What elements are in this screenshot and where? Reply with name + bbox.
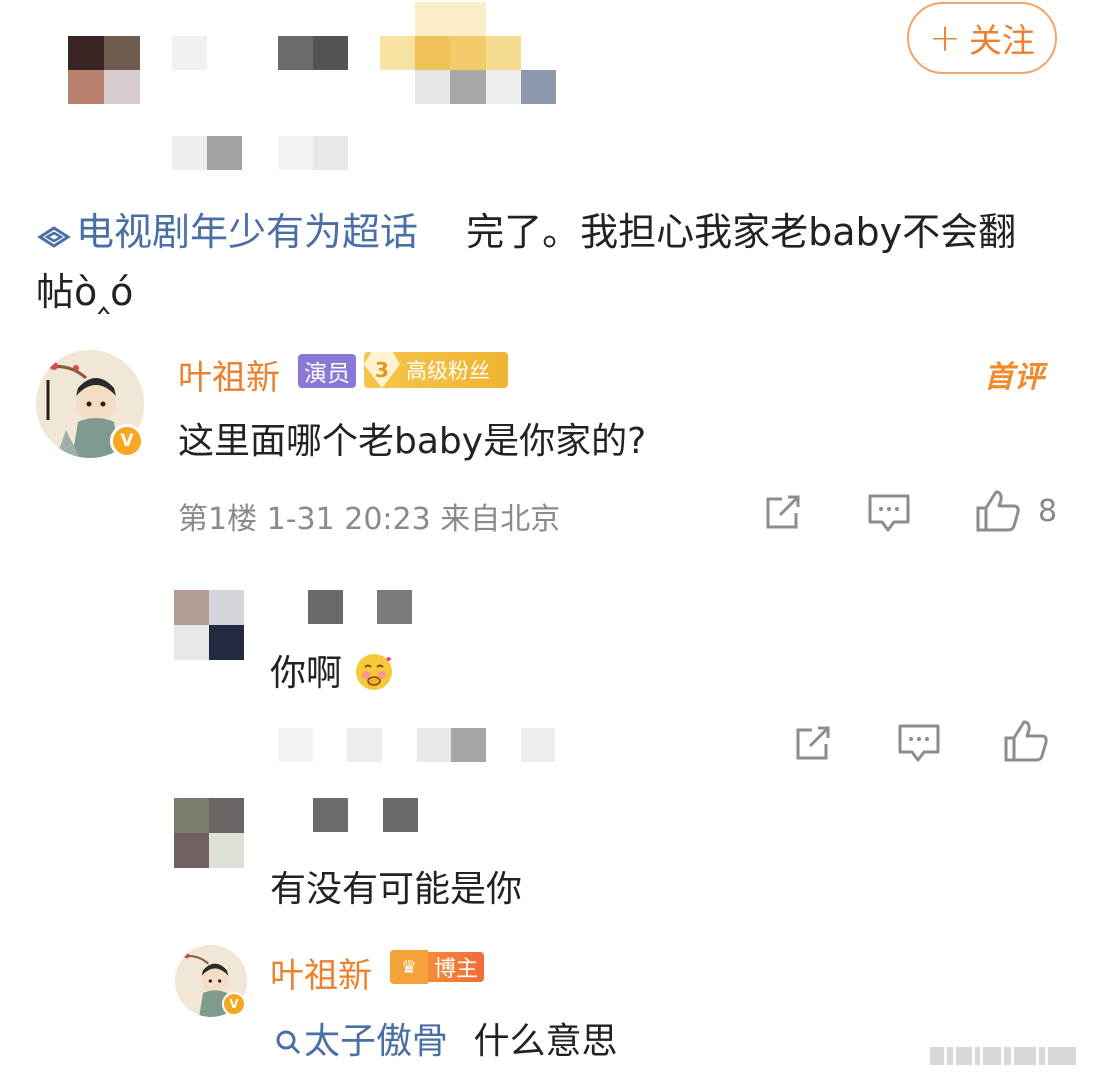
comment-username[interactable]: 叶祖新	[178, 350, 280, 399]
search-topic-label: 太子傲骨	[304, 1021, 449, 1062]
follow-button[interactable]: + 关注	[907, 2, 1057, 74]
crown-icon: ♛	[390, 950, 428, 984]
search-topic-link[interactable]: 太子傲骨	[274, 1021, 448, 1062]
supertopic-link[interactable]: 电视剧年少有为超话	[36, 210, 418, 254]
first-comment-tag: 首评	[984, 360, 1044, 395]
reply-meta-mosaic	[278, 728, 590, 762]
post-body: 电视剧年少有为超话 完了。我担心我家老baby不会翻帖ò‸ó	[36, 202, 1046, 322]
poster-avatar-mosaic	[68, 36, 140, 104]
reply-text: 有没有可能是你	[270, 869, 523, 910]
reply-avatar-mosaic	[174, 590, 244, 660]
comment-icon[interactable]	[896, 722, 942, 764]
poster-time-mosaic	[172, 136, 348, 170]
blogger-badge: ♛ 博主	[390, 950, 486, 984]
watermark	[930, 1043, 1090, 1069]
reply-text-content: 你啊	[270, 653, 343, 694]
like-icon[interactable]	[1002, 718, 1050, 764]
reply-text: 太子傲骨 什么意思	[274, 1012, 617, 1064]
share-icon[interactable]	[792, 724, 834, 764]
reply-name-mosaic	[274, 590, 446, 624]
reply-text-content: 什么意思	[473, 1021, 618, 1062]
blushing-emoji-icon	[356, 654, 393, 690]
reply-text: 你啊	[270, 644, 395, 696]
search-icon	[276, 1030, 301, 1055]
supertopic-icon	[37, 226, 71, 248]
poster-badge-mosaic	[380, 2, 556, 104]
role-badge: 演员	[298, 354, 356, 388]
reply-avatar-mosaic	[174, 798, 244, 868]
reply-name-mosaic	[278, 798, 418, 832]
like-count: 8	[1038, 494, 1058, 529]
comment-meta: 第1楼 1-31 20:23 来自北京	[178, 502, 561, 537]
supertopic-label: 电视剧年少有为超话	[76, 210, 419, 254]
comment-icon[interactable]	[866, 492, 912, 534]
share-icon[interactable]	[762, 493, 804, 533]
blogger-badge-label: 博主	[428, 952, 485, 982]
fan-level-number: 3	[364, 352, 400, 388]
poster-name-mosaic	[172, 36, 348, 70]
plus-icon: +	[929, 16, 961, 60]
verified-badge-icon: V	[110, 424, 144, 458]
fan-level-label: 高级粉丝	[406, 359, 490, 383]
follow-label: 关注	[968, 21, 1035, 60]
fan-level-badge: 3 高级粉丝	[364, 352, 508, 388]
like-icon[interactable]	[974, 488, 1022, 534]
comment-text: 这里面哪个老baby是你家的?	[178, 421, 647, 462]
verified-badge-icon: V	[222, 992, 246, 1016]
reply-username[interactable]: 叶祖新	[270, 948, 372, 997]
